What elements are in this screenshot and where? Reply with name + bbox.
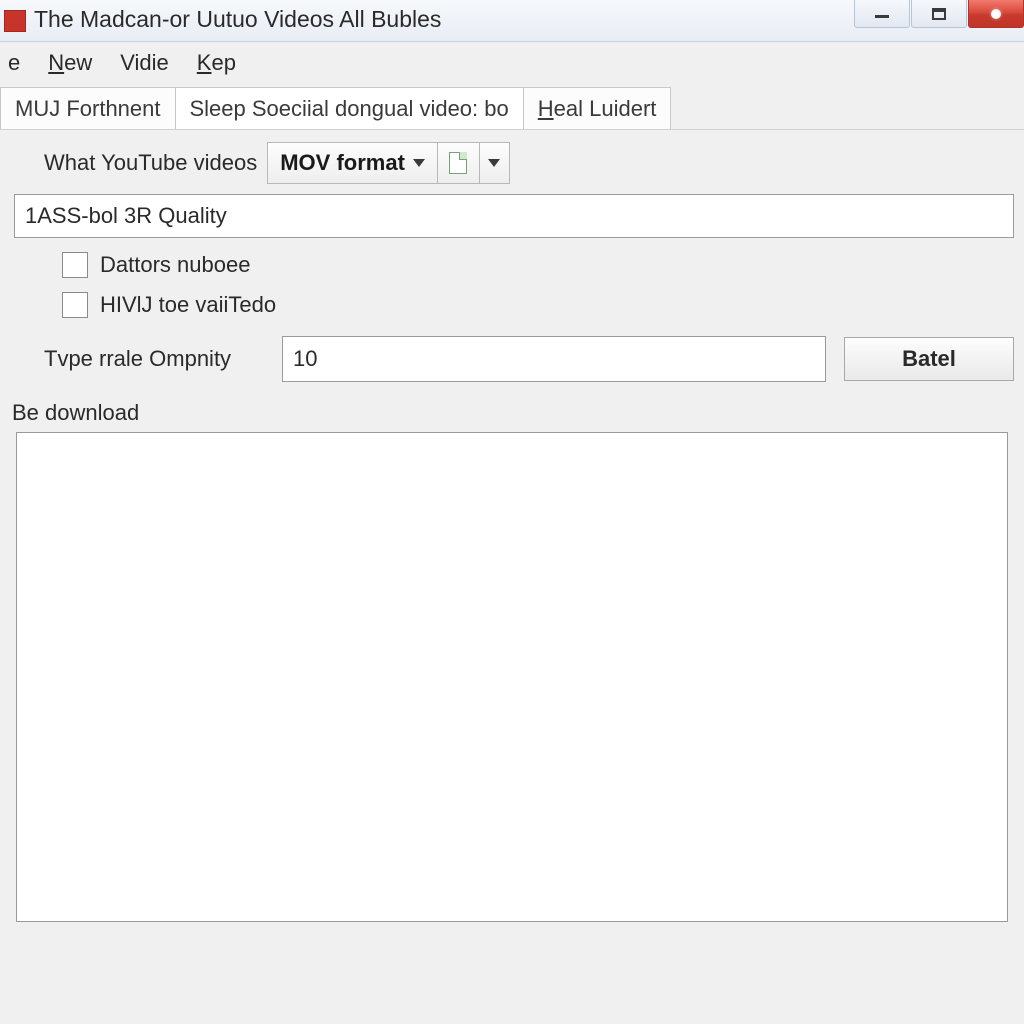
menu-rest: ep — [211, 50, 235, 75]
ompnity-input[interactable] — [282, 336, 826, 382]
tab-sleep-special[interactable]: Sleep Soeciial dongual video: bo — [175, 87, 524, 129]
checkbox-row-1: Dattors nuboee — [10, 252, 1014, 278]
content-area: What YouTube videos MOV format Dattors n… — [0, 130, 1024, 922]
document-icon — [449, 152, 467, 174]
download-section-label: Be download — [12, 400, 1014, 426]
maximize-button[interactable] — [911, 0, 967, 28]
format-dropdown-main[interactable]: MOV format — [267, 142, 438, 184]
minimize-button[interactable] — [854, 0, 910, 28]
chevron-down-icon — [413, 159, 425, 167]
tab-forthnent[interactable]: MUJ Forthnent — [0, 87, 176, 129]
menu-item-truncated[interactable]: e — [8, 50, 20, 76]
menu-bar: e New Vidie Kep — [0, 42, 1024, 84]
quality-row — [10, 194, 1014, 238]
checkbox-dattors[interactable] — [62, 252, 88, 278]
menu-item-kep[interactable]: Kep — [197, 50, 236, 76]
close-button[interactable] — [968, 0, 1024, 28]
window-controls — [854, 0, 1024, 28]
format-row: What YouTube videos MOV format — [10, 142, 1014, 184]
menu-accel: K — [197, 50, 212, 75]
format-split-button[interactable] — [480, 142, 510, 184]
app-icon — [4, 10, 26, 32]
download-listbox[interactable] — [16, 432, 1008, 922]
maximize-icon — [932, 8, 946, 20]
tab-rest: eal Luidert — [554, 96, 657, 122]
ompnity-label: Tvpe rrale Ompnity — [44, 346, 264, 372]
menu-accel: N — [48, 50, 64, 75]
title-bar: The Madcan-or Uutuo Videos All Bubles — [0, 0, 1024, 42]
menu-item-new[interactable]: New — [48, 50, 92, 76]
menu-rest: ew — [64, 50, 92, 75]
tab-strip: MUJ Forthnent Sleep Soeciial dongual vid… — [0, 84, 1024, 130]
format-dropdown[interactable]: MOV format — [267, 142, 510, 184]
quality-input[interactable] — [14, 194, 1014, 238]
menu-item-vidie[interactable]: Vidie — [120, 50, 169, 76]
checkbox-hivu-label: HIVlJ toe vaiiTedo — [100, 292, 276, 318]
close-icon — [991, 9, 1001, 19]
what-videos-label: What YouTube videos — [44, 150, 257, 176]
window-title: The Madcan-or Uutuo Videos All Bubles — [34, 6, 854, 35]
batel-button[interactable]: Batel — [844, 337, 1014, 381]
numeric-row: Tvpe rrale Ompnity Batel — [10, 336, 1014, 382]
checkbox-dattors-label: Dattors nuboee — [100, 252, 250, 278]
chevron-down-icon — [488, 159, 500, 167]
minimize-icon — [875, 15, 889, 18]
format-aux-button[interactable] — [438, 142, 480, 184]
checkbox-hivu[interactable] — [62, 292, 88, 318]
tab-heal-luidert[interactable]: Heal Luidert — [523, 87, 672, 129]
tab-accel: H — [538, 96, 554, 122]
checkbox-row-2: HIVlJ toe vaiiTedo — [10, 292, 1014, 318]
format-selected-text: MOV format — [280, 150, 405, 176]
